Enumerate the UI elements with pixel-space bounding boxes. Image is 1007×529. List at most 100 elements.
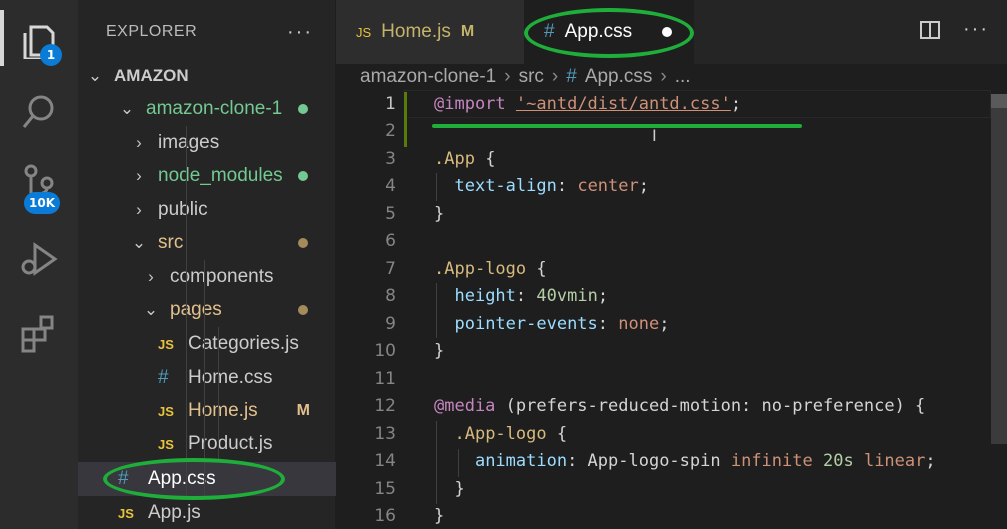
file-tree-item[interactable]: › public [78, 193, 336, 227]
tree-indent-guide [204, 260, 205, 496]
code-token: infinite [730, 451, 813, 472]
breadcrumb-item[interactable]: App.css [585, 66, 653, 88]
file-tree-item[interactable]: › images [78, 126, 336, 160]
unsaved-dot-icon[interactable] [662, 27, 673, 37]
chevron-right-icon: › [136, 133, 142, 152]
split-editor-icon[interactable] [919, 19, 941, 41]
file-tree-item[interactable]: › node_modules [78, 159, 336, 193]
chevron-down-icon: ⌄ [119, 99, 135, 118]
code-text: height: 40vmin; [434, 286, 608, 306]
run-debug-icon[interactable] [0, 224, 78, 294]
code-token: ; [597, 286, 609, 307]
chevron-right-icon: › [148, 267, 154, 286]
more-actions-icon[interactable]: ··· [287, 21, 313, 44]
code-token: linear [863, 451, 926, 472]
code-token: : App-logo-spin [567, 451, 731, 472]
file-tree-item[interactable]: # Home.css [78, 361, 336, 395]
tree-indent-guide [218, 327, 219, 461]
code-token: height [454, 286, 516, 307]
code-token: .App-logo [434, 258, 527, 279]
file-tree-item[interactable]: ⌄ pages [78, 293, 336, 327]
tree-indent-guide [186, 126, 187, 496]
code-text: pointer-events: none; [434, 314, 669, 334]
line-number: 15 [374, 478, 396, 499]
breadcrumb-item[interactable]: ... [675, 66, 691, 88]
git-status-dot [298, 171, 308, 181]
file-tree-item[interactable]: JS Home.js M [78, 394, 336, 428]
indent-guide [458, 449, 459, 477]
code-token: : [556, 176, 578, 197]
code-line: 8 height: 40vmin; [336, 283, 991, 311]
file-tree-item[interactable]: # App.css [78, 462, 336, 496]
tab-app-css[interactable]: # App.css [524, 0, 694, 64]
breadcrumb: amazon-clone-1 › src › # App.css › ... [336, 64, 1007, 90]
file-tree-label: amazon-clone-1 [146, 98, 283, 119]
code-token: { [546, 423, 568, 444]
js-file-icon: JS [158, 436, 174, 452]
text-cursor-icon: I [652, 126, 657, 145]
file-tree-item[interactable]: JS Categories.js [78, 327, 336, 361]
search-icon[interactable] [0, 78, 78, 148]
css-file-icon: # [566, 66, 577, 87]
file-tree-label: App.css [148, 468, 216, 489]
code-token: : [597, 313, 619, 334]
more-actions-icon[interactable]: ··· [963, 18, 989, 41]
chevron-right-icon: › [551, 66, 559, 87]
code-token: .App-logo [454, 423, 547, 444]
modified-mark: M [296, 402, 310, 419]
code-token: @import [434, 93, 506, 114]
extensions-icon[interactable] [0, 298, 78, 368]
scrollbar[interactable] [991, 94, 1007, 444]
line-number: 11 [374, 368, 396, 389]
code-editor[interactable]: 1 @import '~antd/dist/antd.css'; 2 3 .App {4… [336, 90, 1007, 529]
git-status-dot [298, 305, 308, 315]
file-tree-item[interactable]: ⌄ src [78, 226, 336, 260]
line-number: 16 [374, 506, 396, 527]
file-tree-label: App.js [148, 502, 201, 523]
code-token: ; [638, 176, 649, 197]
scrollbar-thumb[interactable] [991, 94, 1007, 108]
file-tree-item[interactable]: JS App.js [78, 496, 336, 529]
file-tree-label: Product.js [188, 433, 273, 454]
css-file-icon: # [118, 468, 129, 489]
code-token: none [618, 313, 660, 334]
explorer-icon[interactable]: 1 [0, 4, 78, 74]
code-token: } [434, 506, 445, 527]
file-tree-label: Home.css [188, 367, 273, 388]
code-text: .App-logo { [434, 259, 547, 279]
chevron-right-icon: › [660, 66, 667, 87]
editor-actions: ··· [919, 18, 989, 41]
workspace-root[interactable]: ⌄ AMAZON [78, 59, 336, 93]
source-control-icon[interactable]: 10K [0, 150, 78, 220]
line-number: 10 [374, 341, 396, 362]
breadcrumb-item[interactable]: src [519, 66, 544, 88]
code-token: '~antd/dist/antd.css' [515, 93, 731, 114]
indent-guide [436, 173, 437, 201]
file-tree-item[interactable]: JS Product.js [78, 427, 336, 461]
indent-guide [436, 421, 437, 504]
code-line: 10} [336, 338, 991, 366]
sidebar-header: EXPLORER ··· [78, 0, 335, 64]
chevron-right-icon: › [504, 66, 511, 87]
line-number: 13 [374, 423, 396, 444]
activity-bar: 1 10K [0, 0, 78, 529]
code-token: { [526, 258, 547, 279]
file-tree-item[interactable]: ⌄ amazon-clone-1 [78, 92, 336, 126]
breadcrumb-item[interactable]: amazon-clone-1 [360, 66, 496, 88]
chevron-down-icon: ⌄ [143, 300, 159, 319]
git-status-dot [298, 238, 308, 248]
file-tree-item[interactable]: › components [78, 260, 336, 294]
code-line: 4 text-align: center; [336, 173, 991, 201]
js-file-icon: JS [158, 403, 174, 419]
code-token: ; [925, 451, 936, 472]
explorer-sidebar: EXPLORER ··· ⌄ AMAZON ⌄ amazon-clone-1 › im… [78, 0, 336, 529]
tab-home-js[interactable]: JS Home.js M [336, 0, 524, 64]
code-line: 13 .App-logo { [336, 420, 991, 448]
code-text: .App-logo { [434, 424, 567, 444]
code-line: 16} [336, 503, 991, 529]
line-number: 5 [385, 203, 396, 224]
